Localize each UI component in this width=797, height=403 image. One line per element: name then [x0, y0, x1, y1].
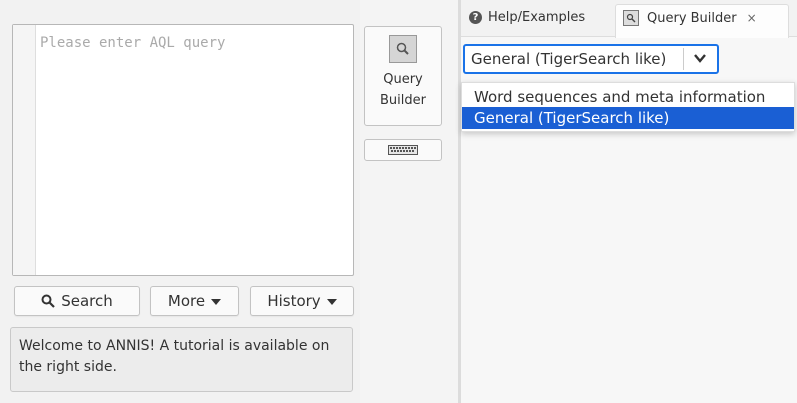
close-icon[interactable]: ×: [747, 11, 757, 25]
tool-column: Query Builder: [360, 0, 458, 403]
option-word-sequences[interactable]: Word sequences and meta information: [462, 86, 794, 108]
query-builder-label-line2: Builder: [380, 93, 426, 108]
magnifier-icon: [389, 35, 417, 63]
line-gutter: [13, 25, 36, 275]
query-placeholder: Please enter AQL query: [40, 35, 226, 51]
option-general-tigersearch[interactable]: General (TigerSearch like): [462, 107, 794, 129]
history-button[interactable]: History: [250, 286, 354, 316]
info-circle-icon: ?: [469, 11, 482, 24]
caret-down-icon: [326, 299, 337, 305]
keyboard-icon: [388, 145, 418, 155]
chevron-down-icon[interactable]: [693, 51, 707, 65]
query-builder-button[interactable]: Query Builder: [364, 26, 442, 126]
builder-type-selected: General (TigerSearch like): [471, 50, 667, 68]
aql-query-editor[interactable]: Please enter AQL query: [12, 24, 354, 276]
select-separator: [683, 48, 684, 70]
more-button-label: More: [167, 292, 206, 310]
search-icon: [41, 294, 55, 308]
history-button-label: History: [267, 292, 321, 310]
builder-type-dropdown: Word sequences and meta information Gene…: [461, 82, 795, 132]
more-button[interactable]: More: [150, 286, 239, 316]
search-button-label: Search: [61, 292, 113, 310]
welcome-message: Welcome to ANNIS! A tutorial is availabl…: [10, 327, 353, 392]
query-panel: Please enter AQL query Search More Histo…: [0, 0, 360, 403]
query-builder-label-line1: Query: [383, 72, 423, 87]
virtual-keyboard-button[interactable]: [364, 139, 442, 161]
tab-help-examples[interactable]: ? Help/Examples: [469, 10, 585, 25]
tab-query-builder[interactable]: Query Builder ×: [623, 10, 757, 26]
search-button[interactable]: Search: [14, 286, 140, 316]
builder-type-select[interactable]: General (TigerSearch like): [463, 44, 719, 74]
right-panel: ? Help/Examples Query Builder × General …: [461, 0, 797, 403]
tab-query-builder-label: Query Builder: [647, 10, 737, 26]
caret-down-icon: [211, 299, 222, 305]
tab-help-examples-label: Help/Examples: [488, 10, 586, 25]
tab-bar: ? Help/Examples Query Builder ×: [461, 0, 797, 38]
query-builder-icon: [623, 10, 639, 26]
